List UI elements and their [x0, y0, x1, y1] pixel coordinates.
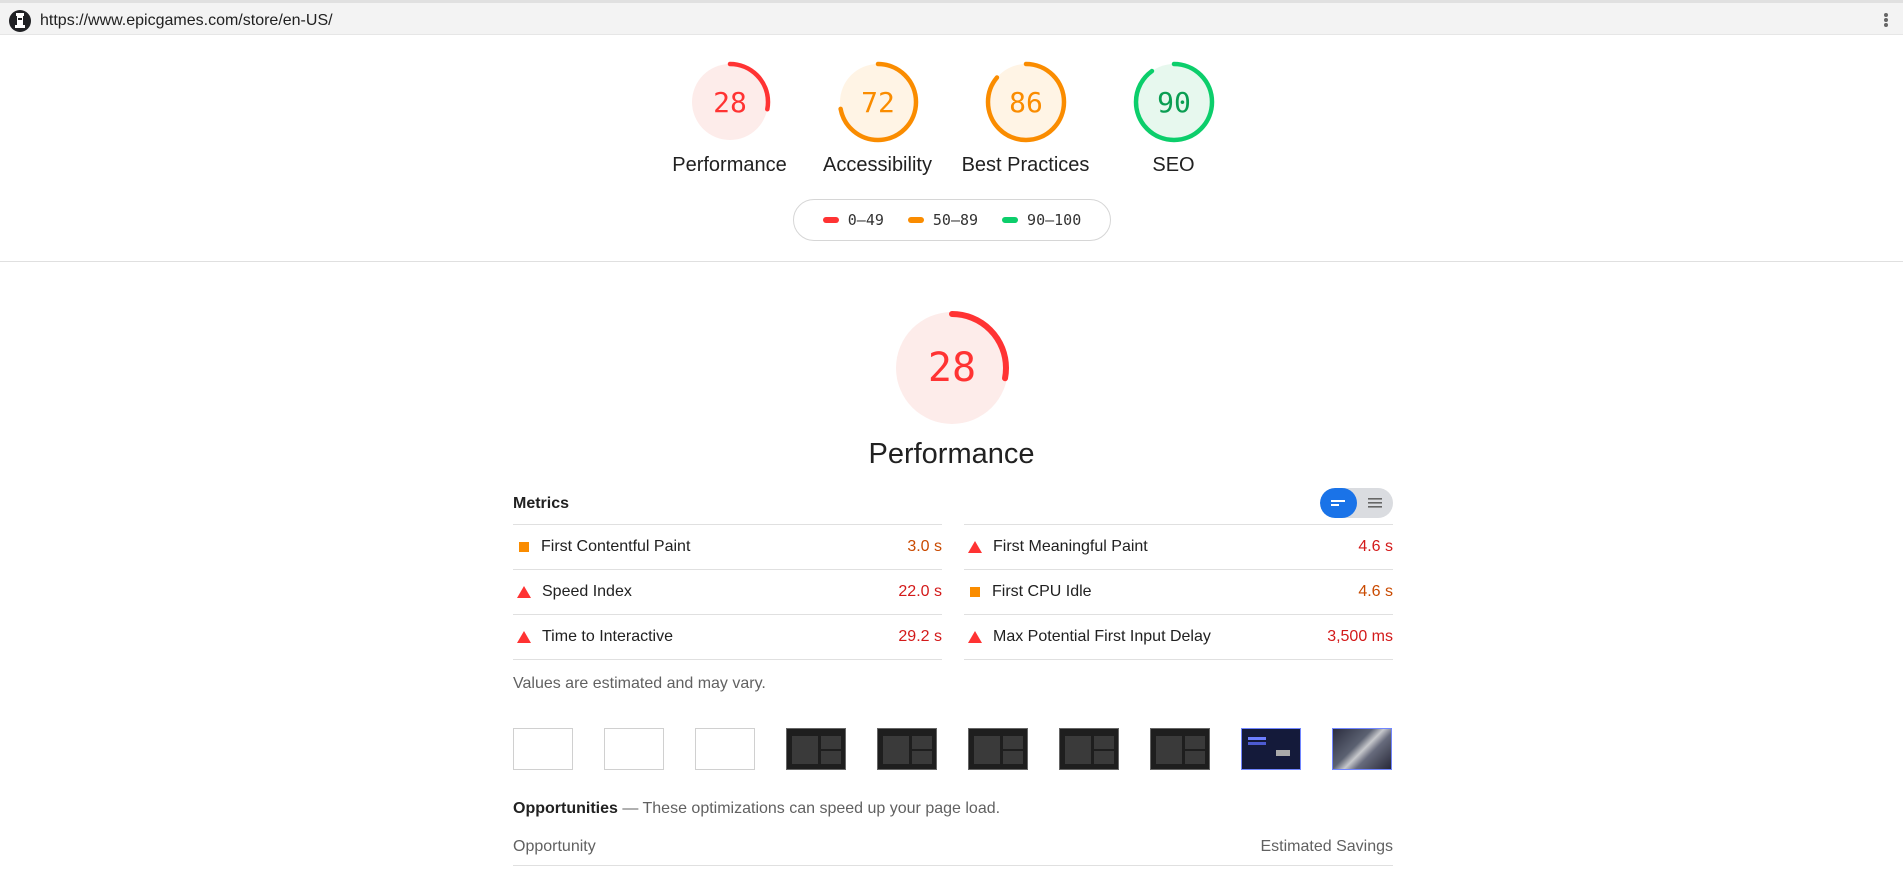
legend-item-fail: 0–49: [822, 211, 884, 229]
score-gauge: 90: [1133, 61, 1214, 143]
table-rule: [513, 865, 1393, 866]
average-square-icon: [970, 587, 980, 597]
section-divider: [0, 261, 1903, 262]
performance-gauge: 28: [892, 308, 1012, 428]
legend-label: 0–49: [847, 211, 884, 229]
performance-score: 28: [928, 345, 976, 391]
metric-row: Max Potential First Input Delay 3,500 ms: [964, 615, 1393, 660]
metric-row: First Contentful Paint 3.0 s: [513, 525, 942, 570]
gauge-performance[interactable]: 28 Performance: [656, 60, 804, 177]
metrics-view-toggle[interactable]: [1320, 488, 1393, 518]
performance-title: Performance: [868, 438, 1035, 470]
score-value: 90: [1157, 86, 1191, 119]
metric-row: Time to Interactive 29.2 s: [513, 615, 942, 660]
legend-swatch: [822, 217, 839, 223]
gauge-label: Best Practices: [961, 154, 1090, 176]
filmstrip-frame: [513, 728, 573, 770]
metric-label: Speed Index: [542, 583, 632, 600]
compact-view-icon[interactable]: [1320, 488, 1357, 518]
metric-label: First CPU Idle: [992, 583, 1092, 600]
metrics-column-left: First Contentful Paint 3.0 s Speed Index…: [513, 524, 942, 660]
metric-value: 22.0 s: [898, 583, 942, 600]
legend-item-average: 50–89: [907, 211, 979, 229]
metric-label: First Meaningful Paint: [993, 538, 1148, 555]
legend-swatch: [907, 217, 924, 223]
filmstrip: [513, 728, 1393, 770]
filmstrip-frame: [968, 728, 1028, 770]
metric-value: 3,500 ms: [1327, 628, 1393, 645]
metric-row: First Meaningful Paint 4.6 s: [964, 525, 1393, 570]
performance-score-gauge: 28: [895, 311, 1009, 425]
gauge-seo[interactable]: 90 SEO: [1100, 60, 1248, 177]
score-legend: 0–49 50–89 90–100: [793, 199, 1111, 241]
metric-value: 4.6 s: [1358, 583, 1393, 600]
filmstrip-frame: [1241, 728, 1301, 770]
metric-value: 4.6 s: [1358, 538, 1393, 555]
metric-row: First CPU Idle 4.6 s: [964, 570, 1393, 615]
opportunities-header: Opportunities — These optimizations can …: [513, 800, 1000, 818]
metrics-section: Metrics First Contentful Paint 3.0 s Spe…: [513, 488, 1393, 660]
filmstrip-frame: [604, 728, 664, 770]
estimate-note: Values are estimated and may vary.: [513, 675, 766, 692]
average-square-icon: [519, 542, 529, 552]
gauge-best-practices[interactable]: 86 Best Practices: [952, 60, 1100, 177]
filmstrip-frame: [786, 728, 846, 770]
legend-swatch: [1002, 217, 1019, 223]
opportunity-column-header: Opportunity: [513, 838, 596, 855]
opportunities-subtitle: — These optimizations can speed up your …: [622, 800, 1001, 817]
savings-column-header: Estimated Savings: [1260, 838, 1393, 855]
expanded-view-icon[interactable]: [1357, 488, 1394, 518]
metric-label: Max Potential First Input Delay: [993, 628, 1211, 645]
gauge-label: Performance: [672, 154, 787, 176]
lighthouse-icon: [9, 10, 31, 32]
metric-value: 29.2 s: [898, 628, 942, 645]
page-url: https://www.epicgames.com/store/en-US/: [40, 12, 333, 29]
kebab-menu-icon[interactable]: [1883, 12, 1889, 30]
opportunity-table-header: Opportunity Estimated Savings: [513, 838, 1393, 856]
filmstrip-frame: [1059, 728, 1119, 770]
metrics-column-right: First Meaningful Paint 4.6 s First CPU I…: [964, 524, 1393, 660]
metrics-title: Metrics: [513, 495, 570, 512]
fail-triangle-icon: [968, 631, 982, 643]
score-value: 86: [1009, 86, 1043, 119]
gauge-accessibility[interactable]: 72 Accessibility: [804, 60, 952, 177]
fail-triangle-icon: [517, 586, 531, 598]
fail-triangle-icon: [968, 541, 982, 553]
filmstrip-frame: [877, 728, 937, 770]
category-gauges: 28 Performance 72 Accessibility 86 Best …: [0, 60, 1903, 177]
address-bar: https://www.epicgames.com/store/en-US/: [0, 0, 1903, 35]
legend-label: 50–89: [932, 211, 979, 229]
metric-label: First Contentful Paint: [541, 538, 691, 555]
score-gauge: 28: [689, 61, 770, 143]
metric-row: Speed Index 22.0 s: [513, 570, 942, 615]
score-gauge: 86: [985, 61, 1066, 143]
legend-item-pass: 90–100: [1002, 211, 1081, 229]
score-value: 28: [713, 86, 747, 119]
fail-triangle-icon: [517, 631, 531, 643]
filmstrip-frame: [695, 728, 755, 770]
score-value: 72: [861, 86, 895, 119]
gauge-label: SEO: [1152, 154, 1195, 176]
filmstrip-frame: [1150, 728, 1210, 770]
score-gauge: 72: [837, 61, 918, 143]
metric-label: Time to Interactive: [542, 628, 674, 645]
filmstrip-frame: [1332, 728, 1392, 770]
gauge-label: Accessibility: [823, 154, 932, 176]
opportunities-title: Opportunities: [513, 800, 618, 817]
metric-value: 3.0 s: [907, 538, 942, 555]
legend-label: 90–100: [1027, 211, 1082, 229]
